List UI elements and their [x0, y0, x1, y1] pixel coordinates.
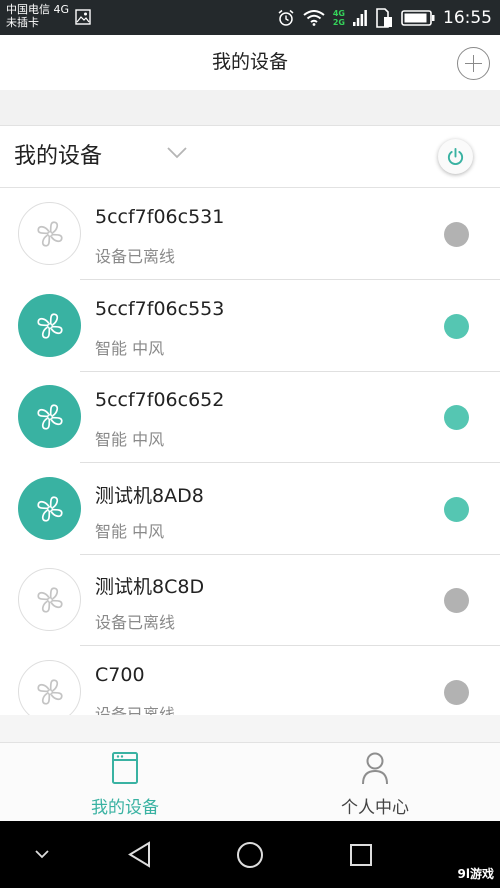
- device-name: 5ccf7f06c531: [95, 206, 225, 228]
- carrier-line-2: 未插卡: [6, 16, 39, 29]
- fan-icon: [36, 403, 63, 430]
- device-avatar: [18, 477, 81, 540]
- tab-label: 我的设备: [91, 798, 159, 818]
- clock: 16:55: [443, 7, 492, 28]
- sim-icon: [376, 7, 392, 28]
- device-name: 测试机8C8D: [95, 576, 205, 598]
- device-list[interactable]: 5ccf7f06c531 设备已离线 5ccf7f06c553 智能 中风 5c…: [0, 188, 500, 715]
- status-bar: 中国电信 4G 未插卡 4G 2G 16:55: [0, 0, 500, 35]
- device-status: 智能 中风: [95, 339, 165, 358]
- spacer: [0, 715, 500, 743]
- person-icon: [362, 752, 388, 785]
- fan-icon: [36, 495, 63, 522]
- fan-icon: [36, 678, 63, 705]
- page-title: 我的设备: [211, 51, 288, 73]
- battery-icon: [401, 9, 435, 26]
- network-4g: 4G: [332, 8, 345, 18]
- device-avatar: [18, 568, 81, 631]
- hide-nav-icon[interactable]: [35, 850, 49, 859]
- add-device-button[interactable]: [457, 47, 490, 80]
- device-avatar: [18, 202, 81, 265]
- device-name: C700: [95, 664, 145, 686]
- power-all-button[interactable]: [438, 139, 473, 174]
- tab-my-devices[interactable]: 我的设备: [0, 743, 250, 821]
- carrier-line-1: 中国电信 4G: [6, 3, 70, 16]
- bottom-tab-bar: 我的设备 个人中心: [0, 743, 500, 821]
- device-avatar: [18, 660, 81, 715]
- device-status: 设备已离线: [95, 705, 176, 715]
- system-nav-bar: 9l游戏: [0, 821, 500, 888]
- network-type: 4G 2G: [333, 9, 345, 27]
- wifi-icon: [303, 9, 325, 26]
- device-row[interactable]: 5ccf7f06c553 智能 中风: [0, 280, 500, 372]
- online-indicator: [444, 680, 469, 705]
- device-avatar: [18, 294, 81, 357]
- fan-icon: [36, 220, 63, 247]
- network-2g: 2G: [332, 17, 345, 27]
- back-icon[interactable]: [127, 841, 152, 868]
- online-indicator: [444, 497, 469, 522]
- device-status: 设备已离线: [95, 613, 176, 632]
- device-name: 测试机8AD8: [95, 485, 204, 507]
- fan-icon: [36, 312, 63, 339]
- tab-label: 个人中心: [341, 798, 409, 818]
- device-row[interactable]: C700 设备已离线: [0, 646, 500, 715]
- power-icon: [447, 147, 464, 165]
- device-group-title: 我的设备: [14, 144, 103, 169]
- device-group-header[interactable]: 我的设备: [0, 126, 500, 188]
- tab-profile[interactable]: 个人中心: [250, 743, 500, 821]
- online-indicator: [444, 222, 469, 247]
- home-icon[interactable]: [236, 841, 264, 869]
- alarm-icon: [278, 9, 294, 26]
- online-indicator: [444, 405, 469, 430]
- chevron-down-icon[interactable]: [167, 146, 187, 160]
- device-avatar: [18, 385, 81, 448]
- fan-icon: [36, 586, 63, 613]
- title-bar: 我的设备: [0, 35, 500, 90]
- device-row[interactable]: 测试机8AD8 智能 中风: [0, 463, 500, 555]
- spacer: [0, 90, 500, 126]
- carrier-info: 中国电信 4G 未插卡: [6, 3, 69, 29]
- online-indicator: [444, 588, 469, 613]
- device-status: 设备已离线: [95, 247, 176, 266]
- device-row[interactable]: 5ccf7f06c652 智能 中风: [0, 371, 500, 463]
- device-name: 5ccf7f06c652: [95, 389, 225, 411]
- device-status: 智能 中风: [95, 522, 165, 541]
- device-row[interactable]: 测试机8C8D 设备已离线: [0, 554, 500, 646]
- device-icon: [112, 752, 138, 784]
- signal-icon: [353, 9, 367, 26]
- device-status: 智能 中风: [95, 430, 165, 449]
- device-row[interactable]: 5ccf7f06c531 设备已离线: [0, 188, 500, 280]
- watermark: 9l游戏: [457, 867, 494, 881]
- device-name: 5ccf7f06c553: [95, 298, 225, 320]
- recents-icon[interactable]: [349, 843, 373, 867]
- online-indicator: [444, 314, 469, 339]
- image-notification-icon: [75, 9, 91, 25]
